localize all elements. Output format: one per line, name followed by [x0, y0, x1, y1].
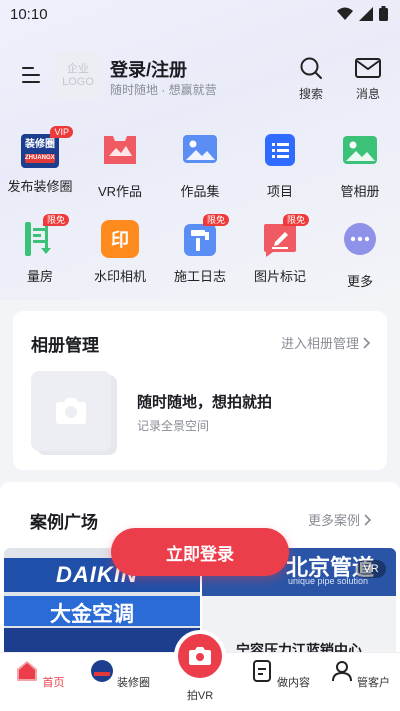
decor-icon-text: 装修圈	[25, 139, 55, 150]
grid-item-measure-room[interactable]: 限免 量房	[0, 214, 80, 285]
watermark-camera-icon: 印	[101, 220, 139, 258]
camera-placeholder-icon	[56, 398, 86, 424]
tab-manage-customers-label: 管客户	[357, 677, 391, 689]
tab-decor-circle[interactable]: 装修圈	[88, 659, 152, 690]
grid-item-label: VR作品	[97, 184, 143, 199]
grid-item-construction-log[interactable]: 限免 施工日志	[160, 214, 240, 285]
grid-item-watermark-camera[interactable]: 印 水印相机	[80, 220, 160, 285]
grid-item-label: 量房	[26, 269, 53, 284]
free-badge: 限免	[282, 214, 309, 226]
decor-circle-icon: 装修圈 ZHUANGXIUQUAN VIP	[21, 126, 73, 168]
tab-shoot-vr-label: 拍VR	[186, 690, 214, 702]
status-time: 10:10	[10, 6, 48, 23]
free-badge: 限免	[202, 214, 229, 226]
case-square-title: 案例广场	[30, 513, 98, 532]
grid-item-label: 水印相机	[93, 269, 146, 284]
message-button[interactable]: 消息	[348, 56, 388, 102]
status-icons	[337, 6, 388, 21]
grid-item-label: 图片标记	[253, 269, 306, 284]
grid-item-more[interactable]: 更多	[320, 220, 400, 290]
watermark-icon-text: 印	[111, 230, 129, 250]
free-badge: 限免	[42, 214, 69, 226]
enter-album-link[interactable]: 进入相册管理	[281, 333, 371, 352]
status-bar: 10:10	[0, 0, 400, 30]
image-gallery-icon	[183, 135, 217, 163]
grid-item-label: 施工日志	[173, 269, 226, 284]
mail-icon	[355, 58, 381, 78]
login-subtitle: 随时随地 · 想赢就营	[110, 83, 217, 97]
vip-badge: VIP	[50, 126, 73, 138]
measure-room-icon: 限免	[21, 214, 69, 258]
tab-make-content[interactable]: 做内容	[248, 659, 312, 690]
grid-item-manage-album[interactable]: 管相册	[320, 130, 400, 200]
grid-item-label: 更多	[346, 274, 373, 289]
battery-icon	[379, 6, 388, 21]
more-cases-link[interactable]: 更多案例	[308, 510, 372, 529]
home-icon	[17, 661, 38, 681]
grid-item-publish-decor[interactable]: 装修圈 ZHUANGXIUQUAN VIP 发布装修圈	[0, 126, 80, 195]
grid-item-label: 项目	[266, 184, 293, 199]
album-subline: 记录全景空间	[137, 419, 210, 433]
album-headline: 随时随地，想拍就拍	[137, 394, 273, 411]
tab-decor-circle-label: 装修圈	[117, 677, 151, 689]
album-icon	[343, 136, 377, 164]
company-logo[interactable]: 企业 LOGO	[54, 52, 102, 100]
vr-icon	[104, 136, 136, 164]
enter-album-label: 进入相册管理	[280, 336, 359, 351]
menu-icon[interactable]	[22, 66, 42, 84]
login-now-button[interactable]: 立即登录	[111, 528, 289, 576]
grid-item-portfolio[interactable]: 作品集	[160, 130, 240, 200]
decor-icon-sub: ZHUANGXIUQUAN	[25, 154, 55, 163]
album-card-title: 相册管理	[31, 336, 99, 355]
album-card: 相册管理 进入相册管理 随时随地，想拍就拍 记录全景空间	[13, 311, 387, 470]
tab-make-content-label: 做内容	[277, 677, 311, 689]
album-thumbnail[interactable]	[31, 371, 117, 455]
chevron-right-icon	[364, 513, 372, 526]
login-register-link[interactable]: 登录/注册	[110, 56, 187, 82]
decor-circle-tab-icon	[90, 660, 113, 682]
camera-icon	[189, 647, 211, 665]
grid-item-image-mark[interactable]: 限免 图片标记	[240, 214, 320, 285]
logo-line2: LOGO	[62, 76, 94, 88]
header: 企业 LOGO 登录/注册 随时随地 · 想赢就营 搜索 消息	[0, 44, 400, 110]
vr-badge: VR	[356, 560, 386, 578]
tab-home-label: 首页	[42, 677, 65, 689]
grid-item-label: 发布装修圈	[7, 179, 73, 194]
tab-home[interactable]: 首页	[8, 659, 72, 690]
shoot-vr-camera-button[interactable]	[174, 630, 226, 682]
case2-sub: unique pipe solution	[288, 576, 369, 586]
tab-shoot-vr[interactable]: 拍VR	[168, 687, 232, 703]
search-label: 搜索	[298, 87, 323, 101]
image-mark-icon: 限免	[261, 214, 309, 258]
search-icon	[300, 57, 322, 79]
project-list-icon	[265, 134, 295, 166]
signal-icon	[359, 6, 373, 21]
grid-item-label: 作品集	[180, 184, 220, 199]
grid-item-project[interactable]: 项目	[240, 130, 320, 200]
grid-item-label: 管相册	[340, 184, 380, 199]
logo-line1: 企业	[67, 63, 89, 75]
tab-manage-customers[interactable]: 管客户	[328, 659, 392, 690]
customer-icon	[331, 661, 352, 682]
more-cases-label: 更多案例	[307, 513, 360, 528]
grid-item-vr-works[interactable]: VR作品	[80, 130, 160, 200]
chevron-right-icon	[363, 336, 371, 349]
content-icon	[252, 660, 271, 682]
case1-text: 大金空调	[50, 603, 134, 626]
message-label: 消息	[355, 87, 380, 101]
construction-log-icon: 限免	[181, 214, 229, 258]
wifi-icon	[337, 7, 353, 20]
search-button[interactable]: 搜索	[291, 56, 331, 102]
case2-bottom: 宁容压力江蓝销中心	[236, 642, 362, 652]
more-icon	[344, 223, 376, 255]
